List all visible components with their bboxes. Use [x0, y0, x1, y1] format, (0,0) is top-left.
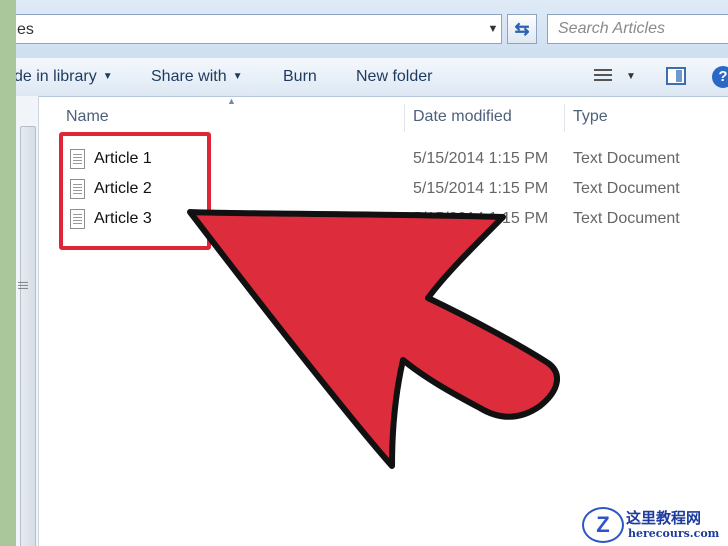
file-date: 5/15/2014 1:15 PM: [413, 150, 549, 167]
address-text: es: [17, 21, 34, 38]
search-placeholder: Search Articles: [558, 20, 665, 37]
file-type: Text Document: [573, 180, 680, 197]
command-bar: de in library ▼ Share with ▼ Burn New fold…: [16, 58, 728, 97]
selection-highlight-box: [59, 132, 211, 250]
file-type: Text Document: [573, 150, 680, 167]
include-in-library-button[interactable]: de in library ▼: [16, 58, 113, 96]
column-name-label: Name: [66, 108, 109, 125]
view-options-icon[interactable]: [594, 69, 612, 85]
preview-pane-icon[interactable]: [666, 67, 686, 85]
file-date: 5/15/2014 1:15 PM: [413, 210, 549, 227]
file-type: Text Document: [573, 210, 680, 227]
new-folder-button[interactable]: New folder: [356, 58, 432, 96]
column-header-type[interactable]: Type: [573, 100, 608, 134]
address-bar[interactable]: es: [16, 14, 502, 44]
site-watermark: Z 这里教程网 herecours.com: [582, 505, 728, 545]
watermark-title: 这里教程网: [626, 509, 702, 527]
burn-label: Burn: [283, 68, 317, 85]
column-header-name[interactable]: Name: [66, 100, 109, 134]
share-with-label: Share with: [151, 68, 227, 86]
burn-button[interactable]: Burn: [283, 58, 317, 96]
explorer-window: es ▼ ⇆ Search Articles de in library ▼ Sh…: [16, 0, 728, 546]
column-date-label: Date modified: [413, 108, 512, 125]
column-divider[interactable]: [404, 104, 405, 132]
chevron-down-icon: ▼: [102, 71, 113, 82]
file-date: 5/15/2014 1:15 PM: [413, 180, 549, 197]
scrollbar-thumb[interactable]: [20, 126, 36, 546]
watermark-logo: Z: [582, 507, 624, 543]
search-input[interactable]: Search Articles: [547, 14, 728, 44]
view-dropdown-icon[interactable]: ▼: [626, 58, 636, 96]
address-row: es ▼ ⇆ Search Articles: [16, 0, 728, 59]
include-in-library-label: de in library: [16, 68, 97, 86]
share-with-button[interactable]: Share with ▼: [151, 58, 243, 96]
address-dropdown-icon[interactable]: ▼: [484, 14, 502, 44]
new-folder-label: New folder: [356, 68, 433, 85]
watermark-subtitle: herecours.com: [628, 527, 720, 540]
sort-ascending-icon: ▲: [227, 96, 236, 106]
column-header-date-modified[interactable]: Date modified: [413, 100, 512, 134]
splitter-grip-icon[interactable]: — — —: [18, 278, 28, 294]
chevron-down-icon: ▼: [232, 71, 243, 82]
help-icon[interactable]: ?: [712, 66, 728, 88]
navigation-pane-scrollbar[interactable]: — — —: [16, 96, 39, 546]
column-type-label: Type: [573, 108, 608, 125]
column-divider[interactable]: [564, 104, 565, 132]
refresh-icon[interactable]: ⇆: [507, 14, 537, 44]
